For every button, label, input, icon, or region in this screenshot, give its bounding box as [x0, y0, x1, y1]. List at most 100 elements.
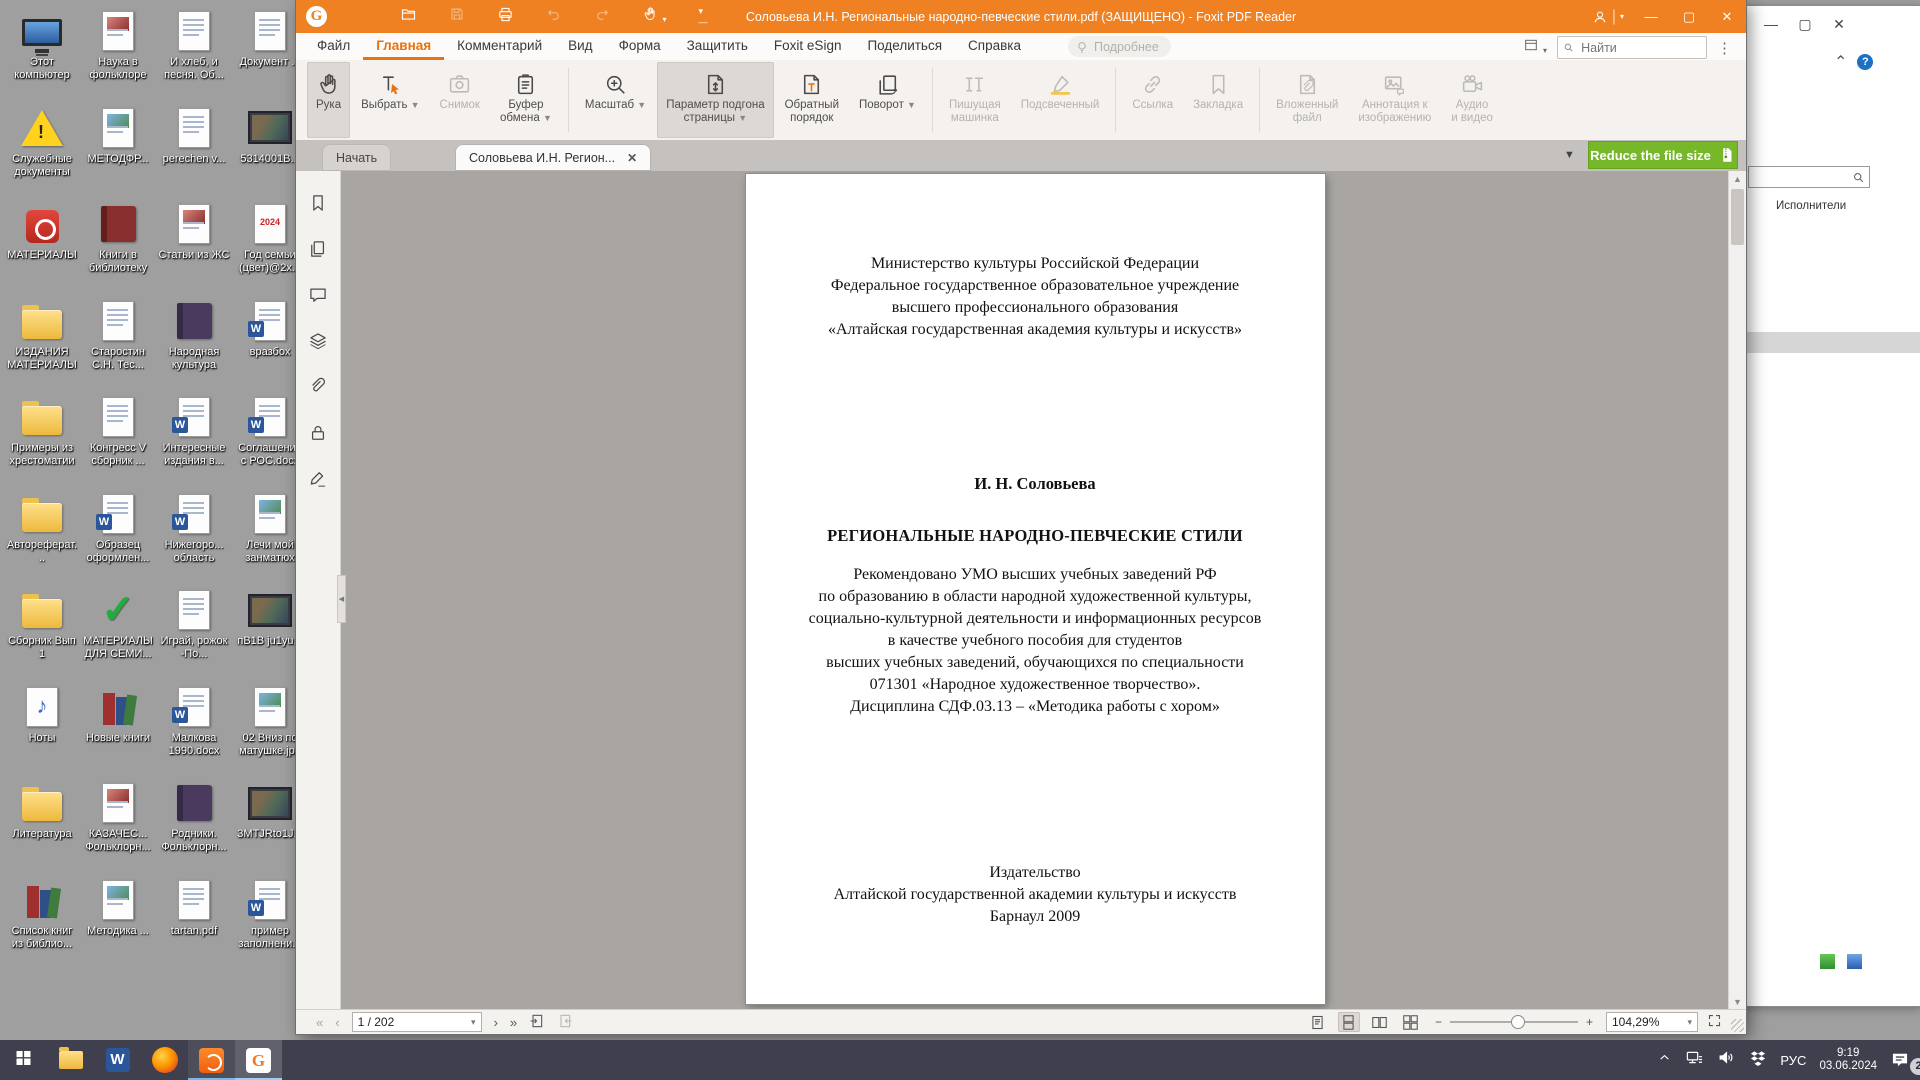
find-input[interactable]	[1579, 40, 1701, 56]
toolbar-button-hand[interactable]: Рука	[307, 62, 350, 138]
document-tab-1[interactable]: Начать	[322, 144, 391, 171]
desktop-icon[interactable]: Сборник Вып 1	[4, 587, 80, 661]
close-button[interactable]: ✕	[1708, 0, 1746, 33]
sidebar-signature-icon[interactable]	[308, 469, 328, 494]
menu-item-форма[interactable]: Форма	[606, 33, 674, 60]
start-button[interactable]	[0, 1040, 47, 1080]
desktop-icon[interactable]: МЕТОДФР...	[80, 105, 156, 166]
bwin-search-field[interactable]	[1748, 166, 1870, 188]
desktop-icon[interactable]: WМалкова 1990.docx	[156, 684, 232, 758]
desktop-icon[interactable]: И хлеб, и песня. Об...	[156, 8, 232, 82]
scroll-up-icon[interactable]: ▲	[1729, 171, 1746, 187]
menu-item-вид[interactable]: Вид	[555, 33, 605, 60]
menu-item-комментарий[interactable]: Комментарий	[444, 33, 555, 60]
vertical-scrollbar[interactable]: ▲ ▼	[1728, 171, 1746, 1010]
document-tab-2[interactable]: Соловьева И.Н. Регион...✕	[455, 144, 651, 171]
desktop-icon[interactable]: WНижегоро... область	[156, 491, 232, 565]
action-center-icon[interactable]: 2	[1890, 1040, 1920, 1080]
next-view-icon[interactable]	[557, 1013, 573, 1032]
find-box[interactable]	[1557, 36, 1707, 59]
scrollbar-thumb[interactable]	[1731, 189, 1744, 245]
desktop-icon[interactable]: perechen v...	[156, 105, 232, 166]
tell-me-field[interactable]: Подробнее	[1068, 36, 1171, 57]
desktop-icon[interactable]: Новые книги	[80, 684, 156, 745]
desktop-icon[interactable]: Автореферат...	[4, 491, 80, 565]
bwin-maximize-button[interactable]: ▢	[1798, 16, 1812, 33]
desktop-icon[interactable]: Примеры из хрестоматии	[4, 394, 80, 468]
sidebar-thumbnails-icon[interactable]	[308, 239, 328, 264]
desktop-icon[interactable]: ✓МАТЕРИАЛЫ ДЛЯ СЕМИ...	[80, 587, 156, 661]
menu-item-главная[interactable]: Главная	[363, 33, 444, 60]
desktop-icon[interactable]: ♪Ноты	[4, 684, 80, 745]
desktop-icon[interactable]: Статьи из ЖС	[156, 201, 232, 262]
language-indicator[interactable]: РУС	[1780, 1053, 1806, 1068]
bwin-collapse-icon[interactable]: ⌃	[1834, 52, 1847, 72]
menu-item-файл[interactable]: Файл	[304, 33, 363, 60]
desktop-icon[interactable]: Старостин С.Н. Тес...	[80, 298, 156, 372]
menu-item-защитить[interactable]: Защитить	[674, 33, 761, 60]
dropbox-icon[interactable]	[1749, 1049, 1767, 1072]
next-page-icon[interactable]: ›	[494, 1015, 498, 1030]
page-number-field[interactable]: 1 / 202 ▾	[352, 1012, 482, 1032]
scroll-down-icon[interactable]: ▼	[1729, 994, 1746, 1010]
desktop-icon[interactable]: WОбразец оформлен...	[80, 491, 156, 565]
more-options-icon[interactable]: ⋮	[1717, 39, 1732, 57]
menu-item-справка[interactable]: Справка	[955, 33, 1034, 60]
tab-close-icon[interactable]: ✕	[627, 151, 637, 165]
continuous-layout-icon[interactable]	[1338, 1012, 1360, 1032]
view-mode-icon[interactable]: ▾	[1523, 37, 1547, 58]
minimize-button[interactable]: —	[1632, 0, 1670, 33]
foxit-logo-icon[interactable]: G	[306, 6, 327, 27]
desktop-icon[interactable]: Народная культура	[156, 298, 232, 372]
bwin-close-button[interactable]: ✕	[1832, 16, 1846, 33]
hand-tool-quick-icon[interactable]: ▾	[642, 6, 666, 27]
facing-continuous-layout-icon[interactable]	[1400, 1012, 1422, 1032]
zoom-slider-knob[interactable]	[1511, 1015, 1525, 1029]
single-page-layout-icon[interactable]	[1307, 1012, 1329, 1032]
account-icon[interactable]: |▾	[1592, 8, 1624, 26]
help-icon[interactable]: ?	[1857, 54, 1873, 70]
taskbar-app-firefox[interactable]	[141, 1040, 188, 1080]
sidebar-comments-icon[interactable]	[308, 285, 328, 310]
zoom-out-icon[interactable]: −	[1435, 1015, 1442, 1029]
sidebar-bookmarks-icon[interactable]	[308, 193, 328, 218]
desktop-icon[interactable]: Методика ...	[80, 877, 156, 938]
desktop-icon[interactable]: МАТЕРИАЛЫ	[4, 201, 80, 262]
resize-grip[interactable]	[1731, 1019, 1744, 1032]
sidebar-attachments-icon[interactable]	[308, 377, 328, 402]
tray-hidden-icons-chevron[interactable]	[1657, 1050, 1672, 1070]
toolbar-button-clipboard[interactable]: Буферобмена ▼	[491, 62, 561, 138]
desktop-icon[interactable]: Этот компьютер	[4, 8, 80, 82]
toolbar-button-reverse-order[interactable]: Обратныйпорядок	[776, 62, 848, 138]
desktop-icon[interactable]: КАЗАЧЕС... Фольклорн...	[80, 780, 156, 854]
bwin-selected-row[interactable]	[1742, 332, 1920, 353]
tab-list-dropdown-icon[interactable]: ▼	[1564, 149, 1575, 161]
sidebar-security-icon[interactable]	[308, 423, 328, 448]
facing-layout-icon[interactable]	[1369, 1012, 1391, 1032]
maximize-button[interactable]: ▢	[1670, 0, 1708, 33]
desktop-icon[interactable]: Конгресс V сборник ...	[80, 394, 156, 468]
fullscreen-icon[interactable]	[1707, 1013, 1722, 1031]
desktop-icon[interactable]: Играй, рожок -По...	[156, 587, 232, 661]
zoom-level-field[interactable]: 104,29% ▾	[1606, 1012, 1698, 1032]
desktop-icon[interactable]: Наука в фольклоре	[80, 8, 156, 82]
volume-icon[interactable]	[1717, 1048, 1736, 1072]
prev-page-icon[interactable]: ‹	[335, 1015, 339, 1030]
network-icon[interactable]	[1685, 1048, 1704, 1072]
toolbar-button-fit-page[interactable]: Параметр подгонастраницы ▼	[657, 62, 773, 138]
desktop-icon[interactable]: Книги в библиотеку	[80, 201, 156, 275]
toolbar-button-zoom[interactable]: Масштаб ▼	[576, 62, 655, 138]
desktop-icon[interactable]: ИЗДАНИЯ МАТЕРИАЛЫ	[4, 298, 80, 372]
first-page-icon[interactable]: «	[316, 1015, 323, 1030]
page-canvas[interactable]: Министерство культуры Российской Федерац…	[341, 171, 1729, 1010]
print-icon[interactable]	[497, 6, 514, 28]
toolbar-button-rotate[interactable]: Поворот ▼	[850, 62, 925, 138]
bwin-minimize-button[interactable]: —	[1764, 16, 1778, 33]
taskbar-app-word[interactable]: W	[94, 1040, 141, 1080]
sidebar-layers-icon[interactable]	[308, 331, 328, 356]
zoom-slider[interactable]: − +	[1435, 1015, 1593, 1029]
customize-toolbar-icon[interactable]: ▾—	[698, 6, 707, 27]
taskbar-app-orange-app[interactable]	[188, 1040, 235, 1080]
reduce-file-size-button[interactable]: Reduce the file size	[1588, 141, 1738, 169]
previous-view-icon[interactable]	[529, 1013, 545, 1032]
